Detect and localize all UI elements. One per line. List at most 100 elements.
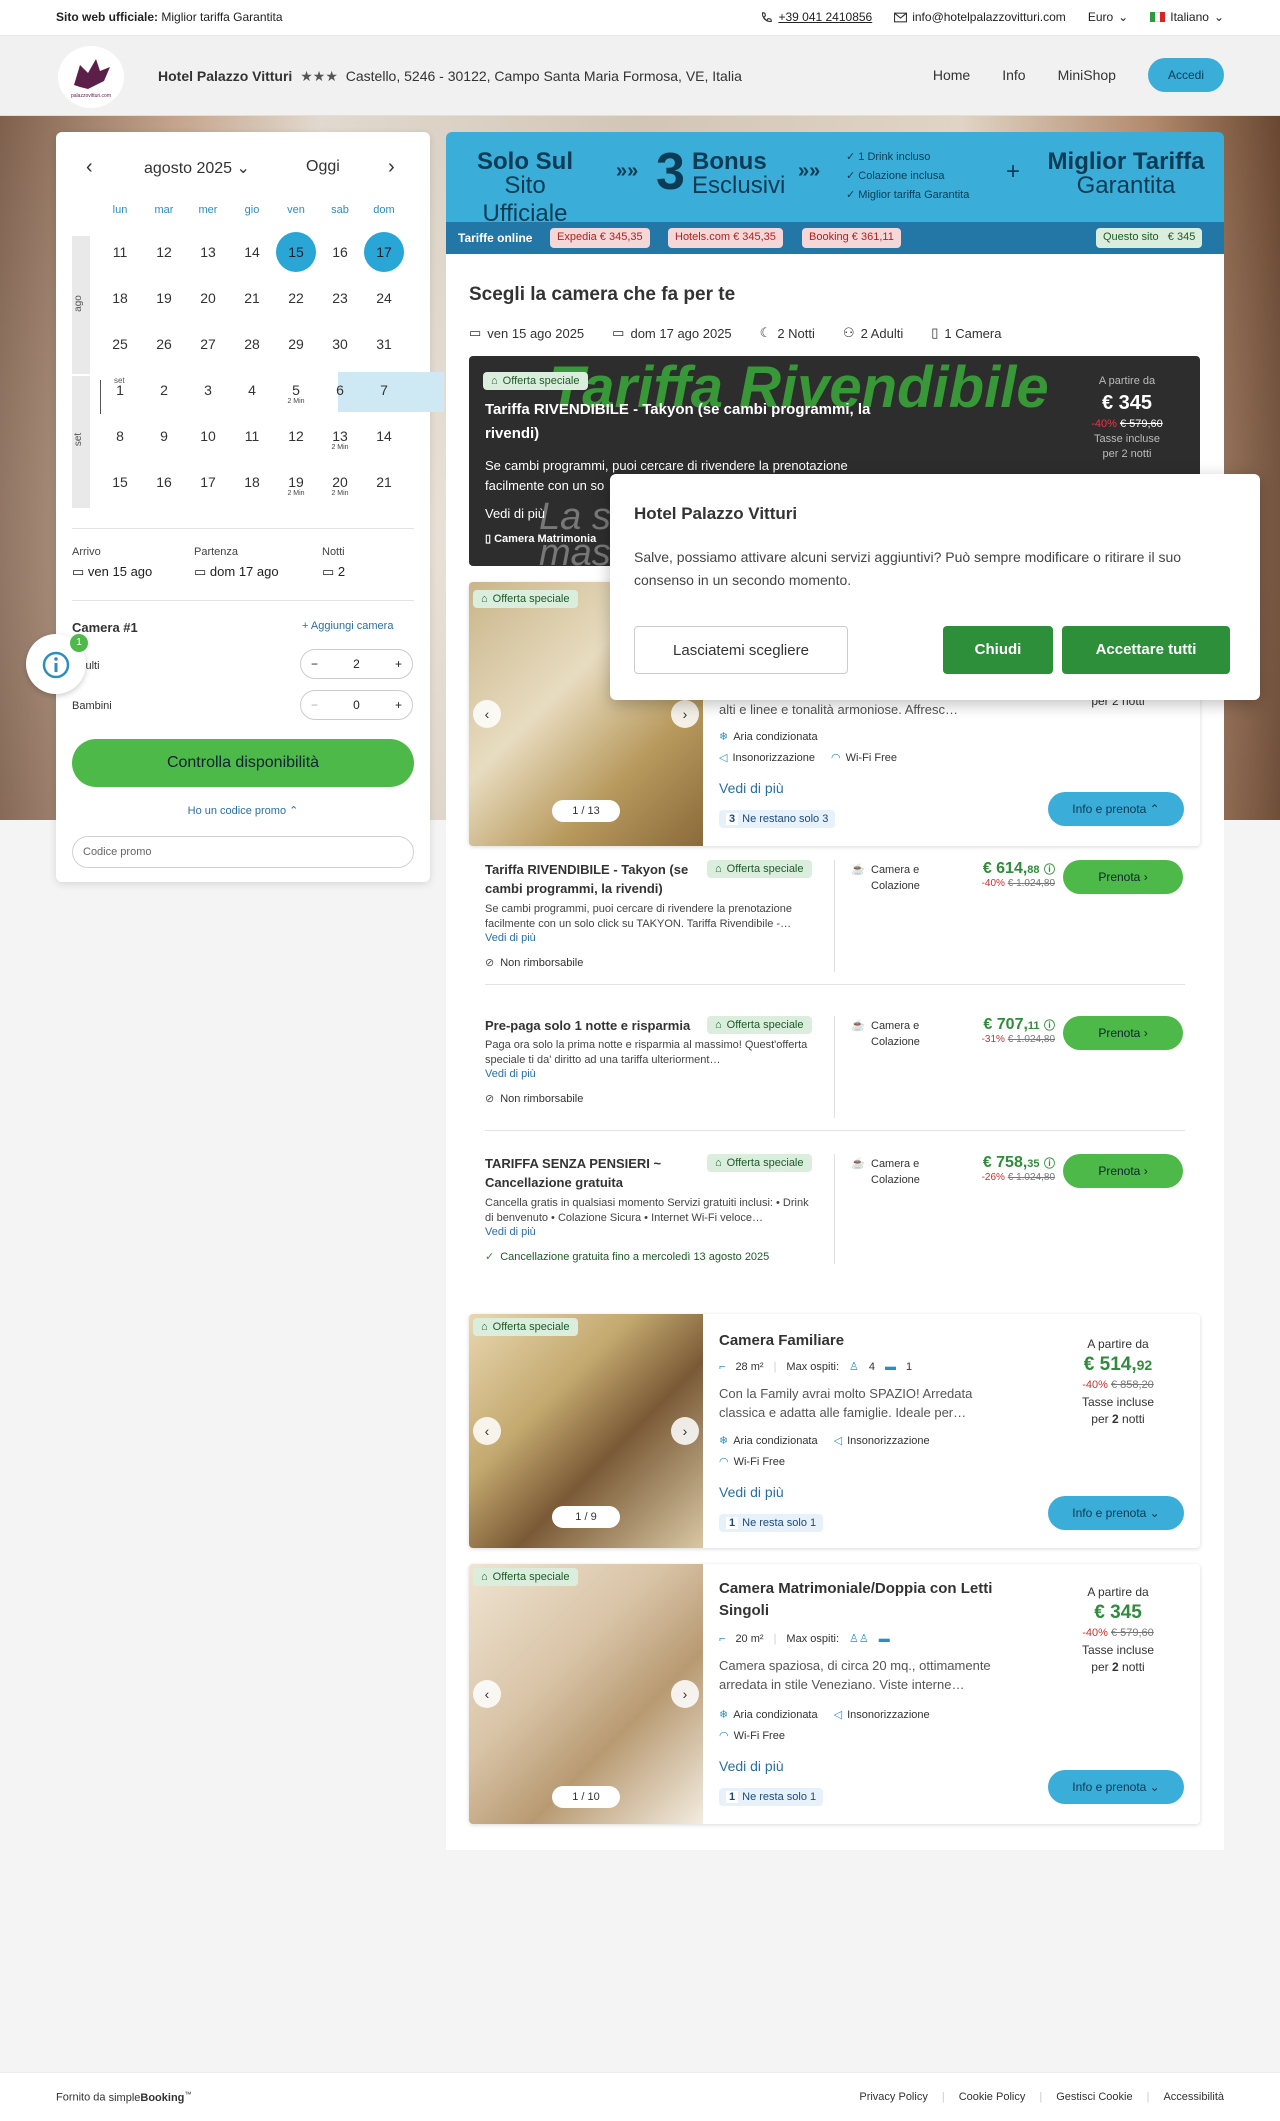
calendar-day[interactable]: 22 — [276, 278, 316, 318]
promo-code-toggle[interactable]: Ho un codice promo ⌃ — [56, 804, 430, 817]
calendar-day[interactable]: 31 — [364, 324, 404, 364]
calendar-day[interactable]: 3 — [188, 370, 228, 410]
language-select[interactable]: Italiano ⌄ — [1150, 10, 1224, 24]
accessibility-link[interactable]: Accessibilità — [1163, 2091, 1224, 2103]
calendar-day[interactable]: 12 — [144, 232, 184, 272]
calendar-day[interactable]: 18 — [100, 278, 140, 318]
book-button[interactable]: Prenota › — [1063, 860, 1183, 894]
room-more-link[interactable]: Vedi di più — [719, 1484, 784, 1500]
room-more-link[interactable]: Vedi di più — [719, 1758, 784, 1774]
calendar-day[interactable]: 13 2 Min — [320, 416, 360, 456]
calendar-day[interactable]: 11 — [232, 416, 272, 456]
calendar-day[interactable]: 16 — [320, 232, 360, 272]
info-circle-icon[interactable]: ⓘ — [1044, 1020, 1055, 1032]
calendar-day[interactable]: 7 — [364, 370, 404, 410]
calendar-day[interactable]: 52 Min — [276, 370, 316, 410]
add-room-button[interactable]: + Aggiungi camera — [302, 620, 393, 632]
manage-cookies-link[interactable]: Gestisci Cookie — [1056, 2091, 1132, 2103]
choose-cookies-button[interactable]: Lasciatemi scegliere — [634, 626, 848, 674]
minus-icon[interactable]: − — [311, 698, 318, 712]
book-button[interactable]: Prenota › — [1063, 1154, 1183, 1188]
rate-more-link[interactable]: Vedi di più — [485, 932, 536, 944]
info-circle-icon[interactable]: ⓘ — [1044, 864, 1055, 876]
calendar-day[interactable]: 20 — [188, 278, 228, 318]
photo-next-icon[interactable]: › — [671, 700, 699, 728]
rate-more-link[interactable]: Vedi di più — [485, 1068, 536, 1080]
room-card[interactable]: ⌂ Offerta speciale ‹ › 1 / 9 Camera Famil… — [469, 1314, 1200, 1548]
prev-month-icon[interactable]: ‹ — [86, 156, 93, 179]
photo-next-icon[interactable]: › — [671, 1417, 699, 1445]
close-cookies-button[interactable]: Chiudi — [943, 626, 1053, 674]
next-month-icon[interactable]: › — [388, 156, 395, 179]
promo-code-input[interactable]: Codice promo — [72, 836, 414, 868]
calendar-day[interactable]: 29 — [276, 324, 316, 364]
accessibility-info-button[interactable]: 1 — [26, 634, 88, 694]
calendar-day[interactable]: 15 — [276, 232, 316, 272]
children-stepper[interactable]: − 0 + — [300, 690, 413, 720]
calendar-day[interactable]: 28 — [232, 324, 272, 364]
calendar-day[interactable]: 1 — [100, 370, 140, 410]
calendar-day[interactable]: 9 — [144, 416, 184, 456]
calendar-day[interactable]: 14 — [232, 232, 272, 272]
email-link[interactable]: info@hotelpalazzovitturi.com — [894, 10, 1066, 24]
calendar-day[interactable]: 23 — [320, 278, 360, 318]
calendar-day[interactable]: 26 — [144, 324, 184, 364]
nav-home[interactable]: Home — [933, 67, 970, 83]
today-button[interactable]: Oggi — [306, 158, 340, 176]
room-photo[interactable] — [469, 1564, 703, 1824]
calendar-day[interactable]: 10 — [188, 416, 228, 456]
calendar-day[interactable]: 2 — [144, 370, 184, 410]
simplebooking-logo[interactable]: simpleBooking™ — [109, 2091, 192, 2104]
calendar-day[interactable]: 17 — [364, 232, 404, 272]
calendar-day[interactable]: 27 — [188, 324, 228, 364]
cookie-policy-link[interactable]: Cookie Policy — [959, 2091, 1026, 2103]
calendar-day[interactable]: 11 — [100, 232, 140, 272]
book-button[interactable]: Prenota › — [1063, 1016, 1183, 1050]
hotel-logo[interactable]: palazzovitturi.com — [58, 46, 124, 108]
calendar-day[interactable]: 8 — [100, 416, 140, 456]
calendar-day[interactable]: 21 — [232, 278, 272, 318]
info-book-button[interactable]: Info e prenota ⌄ — [1048, 1770, 1184, 1804]
calendar-day[interactable]: 12 — [276, 416, 316, 456]
calendar-day[interactable]: 6 — [320, 370, 360, 410]
accept-all-cookies-button[interactable]: Accettare tutti — [1062, 626, 1230, 674]
calendar-day[interactable]: 30 — [320, 324, 360, 364]
rate-more-link[interactable]: Vedi di più — [485, 1226, 536, 1238]
calendar-day[interactable]: 19 — [144, 278, 184, 318]
info-circle-icon[interactable]: ⓘ — [1044, 1158, 1055, 1170]
calendar-day[interactable]: 17 — [188, 462, 228, 502]
currency-select[interactable]: Euro ⌄ — [1088, 10, 1128, 24]
calendar-day[interactable]: 15 — [100, 462, 140, 502]
room-card[interactable]: ⌂ Offerta speciale ‹ › 1 / 10 Camera Matr… — [469, 1564, 1200, 1824]
calendar-month-select[interactable]: agosto 2025 ⌄ — [144, 158, 250, 178]
calendar-day[interactable]: 24 — [364, 278, 404, 318]
photo-prev-icon[interactable]: ‹ — [473, 700, 501, 728]
calendar-day[interactable]: 13 — [188, 232, 228, 272]
nav-info[interactable]: Info — [1002, 67, 1025, 83]
photo-next-icon[interactable]: › — [671, 1680, 699, 1708]
login-button[interactable]: Accedi — [1147, 58, 1224, 92]
info-book-button[interactable]: Info e prenota ⌄ — [1048, 1496, 1184, 1530]
calendar-day[interactable]: 16 — [144, 462, 184, 502]
info-book-button[interactable]: Info e prenota ⌃ — [1048, 792, 1184, 826]
calendar-day[interactable]: 20 2 Min — [320, 462, 360, 502]
plus-icon[interactable]: + — [395, 657, 402, 671]
calendar-day[interactable]: 19 2 Min — [276, 462, 316, 502]
room-more-link[interactable]: Vedi di più — [719, 780, 784, 796]
plus-icon[interactable]: + — [395, 698, 402, 712]
offer-more-link[interactable]: Vedi di più — [485, 506, 545, 521]
check-availability-button[interactable]: Controlla disponibilità — [72, 739, 414, 787]
nav-minishop[interactable]: MiniShop — [1058, 67, 1116, 83]
calendar-day[interactable]: 18 — [232, 462, 272, 502]
adults-stepper[interactable]: − 2 + — [300, 649, 413, 679]
calendar-day[interactable]: 4 — [232, 370, 272, 410]
privacy-policy-link[interactable]: Privacy Policy — [859, 2091, 927, 2103]
departure-field[interactable]: ▭ dom 17 ago — [194, 564, 279, 580]
minus-icon[interactable]: − — [311, 657, 318, 671]
calendar-day[interactable]: 14 — [364, 416, 404, 456]
photo-prev-icon[interactable]: ‹ — [473, 1680, 501, 1708]
photo-prev-icon[interactable]: ‹ — [473, 1417, 501, 1445]
phone-link[interactable]: +39 041 2410856 — [760, 10, 872, 24]
calendar-day[interactable]: 21 — [364, 462, 404, 502]
calendar-day[interactable]: 25 — [100, 324, 140, 364]
